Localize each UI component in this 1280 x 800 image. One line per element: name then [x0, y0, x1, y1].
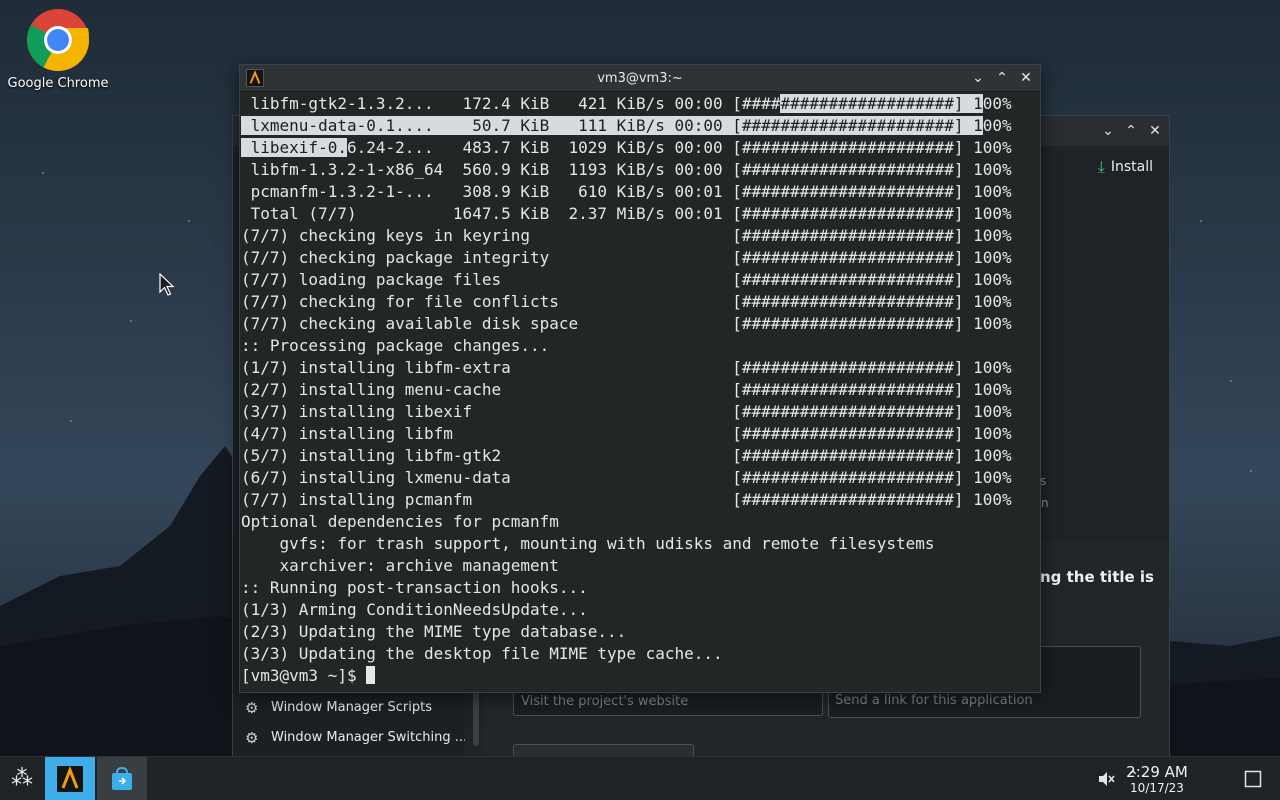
sidebar-item-window-manager-switching[interactable]: ⚙ Window Manager Switching ...: [233, 724, 465, 752]
minimize-icon[interactable]: ⌄: [969, 69, 987, 87]
sidebar-item-label: Window Manager Scripts: [271, 700, 432, 715]
terminal-line: (2/3) Updating the MIME type database...: [241, 622, 627, 641]
terminal-line: (5/7) installing libfm-gtk2 [###########…: [241, 446, 1012, 465]
terminal-prompt[interactable]: [vm3@vm3 ~]$: [241, 665, 376, 687]
terminal-line: (7/7) checking package integrity [######…: [241, 248, 1012, 267]
terminal-line: Optional dependencies for pcmanfm: [241, 512, 559, 531]
script-icon: ⚙: [245, 729, 259, 747]
download-icon: ⤓: [1097, 157, 1105, 176]
terminal-line: gvfs: for trash support, mounting with u…: [241, 534, 935, 553]
terminal-line: (3/3) Updating the desktop file MIME typ…: [241, 644, 723, 663]
maximize-icon[interactable]: ⌃: [993, 69, 1011, 87]
desktop-icon-google-chrome[interactable]: Google Chrome: [6, 6, 110, 91]
terminal-line: (1/3) Arming ConditionNeedsUpdate...: [241, 600, 588, 619]
discover-icon: [112, 766, 132, 790]
terminal-line: (7/7) checking for file conflicts [#####…: [241, 292, 1012, 311]
desktop-icon-label: Google Chrome: [7, 76, 109, 91]
terminal-line: (1/7) installing libfm-extra [##########…: [241, 358, 1012, 377]
clock-date[interactable]: 10/17/23: [1122, 781, 1192, 795]
minimize-icon[interactable]: ⌄: [1099, 122, 1117, 140]
terminal-line: :: Running post-transaction hooks...: [241, 578, 588, 597]
terminal-line: (7/7) installing pcmanfm [##############…: [241, 490, 1012, 509]
terminal-line: libfm-gtk2-1.3.2... 172.4 KiB 421 KiB/s …: [241, 94, 1012, 113]
terminal-line: (6/7) installing lxmenu-data [##########…: [241, 468, 1012, 487]
terminal-line: (2/7) installing menu-cache [###########…: [241, 380, 1012, 399]
terminal-line: lxmenu-data-0.1.... 50.7 KiB 111 KiB/s 0…: [241, 116, 1012, 135]
maximize-icon[interactable]: ⌃: [1122, 122, 1140, 140]
terminal-line: libexif-0.6.24-2... 483.7 KiB 1029 KiB/s…: [241, 138, 1012, 157]
description-fragment: ng the title is: [1040, 568, 1154, 586]
taskbar-item-terminal[interactable]: [45, 757, 95, 800]
terminal-line: xarchiver: archive management: [241, 556, 559, 575]
terminal-line: :: Processing package changes...: [241, 336, 550, 355]
edge-fragment: n: [1041, 496, 1049, 510]
terminal-line: libfm-1.3.2-1-x86_64 560.9 KiB 1193 KiB/…: [241, 160, 1012, 179]
application-launcher-icon[interactable]: ⁂: [4, 761, 40, 797]
taskbar: ⁂ ⌃ 2:29 AM 10/17/23: [0, 756, 1280, 800]
terminal-line: Total (7/7) 1647.5 KiB 2.37 MiB/s 00:01 …: [241, 204, 1012, 223]
terminal-line: (7/7) loading package files [###########…: [241, 270, 1012, 289]
terminal-line: (7/7) checking available disk space [###…: [241, 314, 1012, 333]
terminal-window[interactable]: vm3@vm3:~ ⌄ ⌃ ✕ libfm-gtk2-1.3.2... 172.…: [239, 64, 1041, 693]
terminal-line: (3/7) installing libexif [##############…: [241, 402, 1012, 421]
close-icon[interactable]: ✕: [1017, 69, 1035, 87]
install-label: Install: [1110, 159, 1153, 175]
sidebar-item-label: Window Manager Switching ...: [271, 730, 465, 745]
mouse-pointer-icon: [159, 273, 175, 296]
volume-muted-icon[interactable]: [1096, 769, 1116, 789]
terminal-line: pcmanfm-1.3.2-1-... 308.9 KiB 610 KiB/s …: [241, 182, 1012, 201]
sidebar-item-window-manager-scripts[interactable]: ⚙ Window Manager Scripts: [233, 694, 465, 722]
terminal-line: (7/7) checking keys in keyring [########…: [241, 226, 1012, 245]
text-cursor: [366, 666, 376, 684]
show-desktop-icon[interactable]: [1244, 770, 1262, 788]
taskbar-item-discover[interactable]: [97, 757, 147, 800]
clock-time[interactable]: 2:29 AM: [1122, 763, 1192, 781]
install-button[interactable]: ⤓ Install: [1094, 154, 1157, 180]
terminal-line: (4/7) installing libfm [################…: [241, 424, 1012, 443]
chrome-icon: [27, 9, 90, 72]
konsole-icon: [57, 766, 83, 792]
script-icon: ⚙: [245, 699, 259, 717]
terminal-output[interactable]: libfm-gtk2-1.3.2... 172.4 KiB 421 KiB/s …: [240, 93, 1040, 693]
terminal-titlebar[interactable]: vm3@vm3:~ ⌄ ⌃ ✕: [240, 65, 1040, 92]
window-title: vm3@vm3:~: [597, 71, 683, 86]
close-icon[interactable]: ✕: [1146, 122, 1164, 140]
